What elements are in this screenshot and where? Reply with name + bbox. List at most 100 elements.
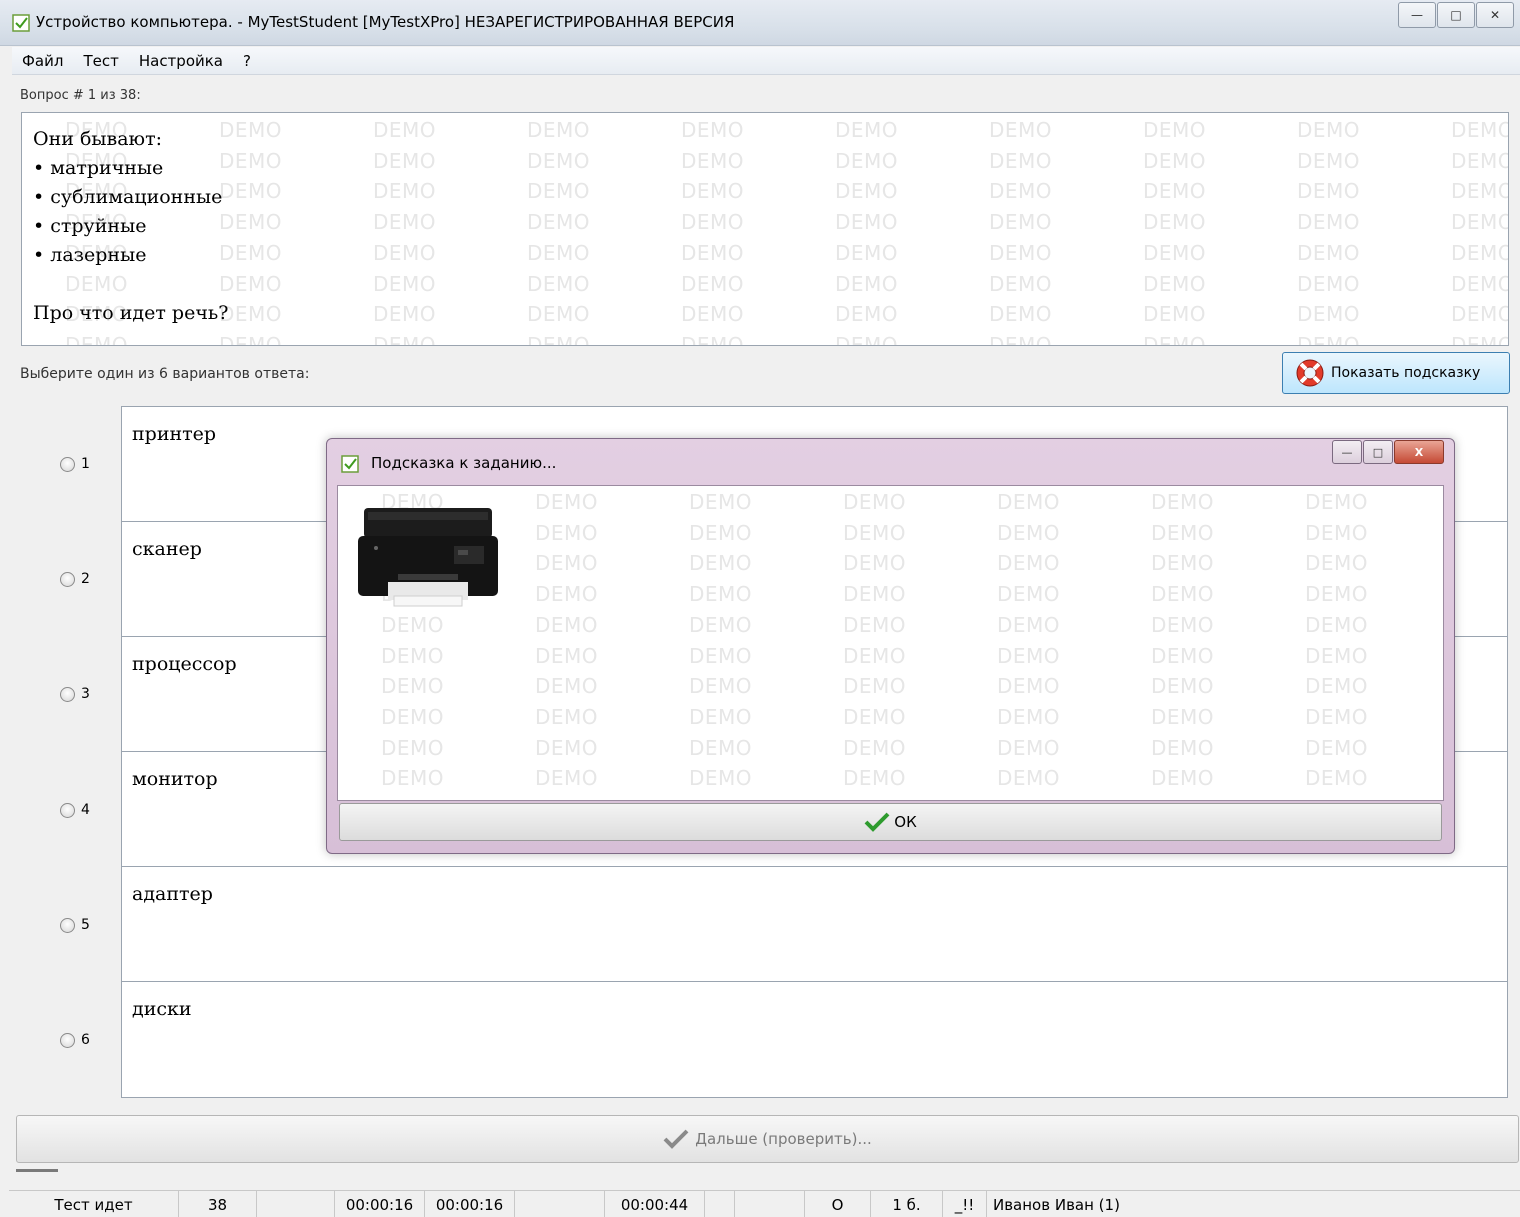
radio-label: 3 [81, 686, 90, 702]
question-line: • лазерные [33, 244, 147, 266]
show-hint-label: Показать подсказку [1331, 365, 1481, 381]
hint-dialog: Подсказка к заданию... — □ X DEMO DEMO DEM… [326, 438, 1455, 854]
radio-circle[interactable] [60, 802, 75, 818]
menu-test[interactable]: Тест [73, 52, 128, 70]
radio-label: 5 [81, 917, 90, 933]
answer-text: принтер [132, 423, 217, 445]
dialog-window-controls: — □ X [1331, 440, 1444, 464]
demo-watermark: DEMO [689, 520, 753, 545]
demo-watermark: DEMO [1297, 148, 1361, 173]
demo-watermark: DEMO [681, 210, 745, 235]
demo-watermark: DEMO [989, 118, 1053, 142]
answer-text: диски [132, 998, 192, 1020]
demo-watermark: DEMO [1305, 643, 1369, 668]
radio-circle[interactable] [60, 1032, 75, 1048]
answer-radio-4[interactable]: 4 [60, 802, 90, 818]
menu-help[interactable]: ? [233, 52, 261, 70]
answer-radio-3[interactable]: 3 [60, 686, 90, 702]
radio-circle[interactable] [60, 686, 75, 702]
demo-watermark: DEMO [219, 332, 283, 345]
demo-watermark: DEMO [373, 302, 437, 327]
answer-radio-2[interactable]: 2 [60, 571, 90, 587]
demo-watermark: DEMO [1451, 332, 1508, 345]
status-o: O [805, 1191, 871, 1217]
demo-watermark: DEMO [997, 674, 1061, 699]
demo-watermark: DEMO [1305, 612, 1369, 637]
dialog-minimize-button[interactable]: — [1332, 440, 1362, 464]
demo-watermark: DEMO [997, 520, 1061, 545]
demo-watermark: DEMO [1451, 179, 1508, 204]
demo-watermark: DEMO [219, 148, 283, 173]
demo-watermark: DEMO [1297, 240, 1361, 265]
demo-watermark: DEMO [989, 179, 1053, 204]
demo-watermark: DEMO [835, 332, 899, 345]
maximize-button[interactable]: □ [1437, 2, 1475, 28]
watermark-grid: DEMO DEMO DEMO DEMO DEMO DEMO DEMO DEMO DEMO DEMO… [22, 113, 1508, 345]
question-line: • матричные [33, 157, 164, 179]
demo-watermark: DEMO [219, 210, 283, 235]
close-button[interactable]: ✕ [1476, 2, 1514, 28]
demo-watermark: DEMO [681, 179, 745, 204]
dialog-title: Подсказка к заданию... [371, 454, 557, 472]
question-line: • сублимационные [33, 186, 223, 208]
demo-watermark: DEMO [1451, 210, 1508, 235]
radio-label: 1 [81, 456, 90, 472]
demo-watermark: DEMO [835, 240, 899, 265]
demo-watermark: DEMO [997, 766, 1061, 791]
demo-watermark: DEMO [1297, 118, 1361, 142]
demo-watermark: DEMO [843, 520, 907, 545]
demo-watermark: DEMO [535, 490, 599, 514]
demo-watermark: DEMO [1143, 148, 1207, 173]
demo-watermark: DEMO [1151, 520, 1215, 545]
check-icon [663, 1129, 689, 1149]
question-box: DEMO DEMO DEMO DEMO DEMO DEMO DEMO DEMO DEMO DEMO… [21, 112, 1509, 346]
demo-watermark: DEMO [1297, 302, 1361, 327]
demo-watermark: DEMO [1305, 766, 1369, 791]
dialog-ok-button[interactable]: ОК [339, 803, 1442, 841]
demo-watermark: DEMO [843, 612, 907, 637]
demo-watermark: DEMO [1151, 490, 1215, 514]
menu-file[interactable]: Файл [12, 52, 73, 70]
demo-watermark: DEMO [527, 118, 591, 142]
answer-radio-1[interactable]: 1 [60, 456, 90, 472]
demo-watermark: DEMO [1151, 551, 1215, 576]
menu-settings[interactable]: Настройка [129, 52, 233, 70]
answer-row[interactable]: адаптер [122, 867, 1507, 982]
radio-circle[interactable] [60, 917, 75, 933]
answer-radio-6[interactable]: 6 [60, 1032, 90, 1048]
radio-circle[interactable] [60, 456, 75, 472]
demo-watermark: DEMO [689, 582, 753, 607]
minimize-button[interactable]: — [1398, 2, 1436, 28]
checkbox-app-icon [341, 455, 359, 473]
status-empty [257, 1191, 335, 1217]
progress-indicator [16, 1169, 58, 1172]
next-check-button[interactable]: Дальше (проверить)... [16, 1115, 1519, 1163]
answer-radio-5[interactable]: 5 [60, 917, 90, 933]
lifebuoy-icon [1296, 359, 1324, 387]
demo-watermark: DEMO [1451, 240, 1508, 265]
demo-watermark: DEMO [689, 766, 753, 791]
status-user: Иванов Иван (1) [993, 1195, 1120, 1214]
status-empty [735, 1191, 805, 1217]
demo-watermark: DEMO [689, 490, 753, 514]
next-check-label: Дальше (проверить)... [695, 1130, 872, 1148]
demo-watermark: DEMO [689, 735, 753, 760]
show-hint-button[interactable]: Показать подсказку [1282, 352, 1510, 394]
demo-watermark: DEMO [997, 704, 1061, 729]
demo-watermark: DEMO [689, 551, 753, 576]
demo-watermark: DEMO [373, 240, 437, 265]
window-title: Устройство компьютера. - MyTestStudent [… [36, 13, 735, 31]
radio-circle[interactable] [60, 571, 75, 587]
demo-watermark: DEMO [989, 332, 1053, 345]
demo-watermark: DEMO [843, 490, 907, 514]
dialog-maximize-button[interactable]: □ [1363, 440, 1393, 464]
demo-watermark: DEMO [527, 240, 591, 265]
window-controls: — □ ✕ [1397, 2, 1514, 28]
demo-watermark: DEMO [1151, 612, 1215, 637]
dialog-close-button[interactable]: X [1394, 440, 1444, 464]
demo-watermark: DEMO [535, 704, 599, 729]
checkbox-app-icon [12, 14, 30, 32]
answer-row[interactable]: диски [122, 982, 1507, 1097]
status-count: 38 [179, 1191, 257, 1217]
demo-watermark: DEMO [689, 704, 753, 729]
